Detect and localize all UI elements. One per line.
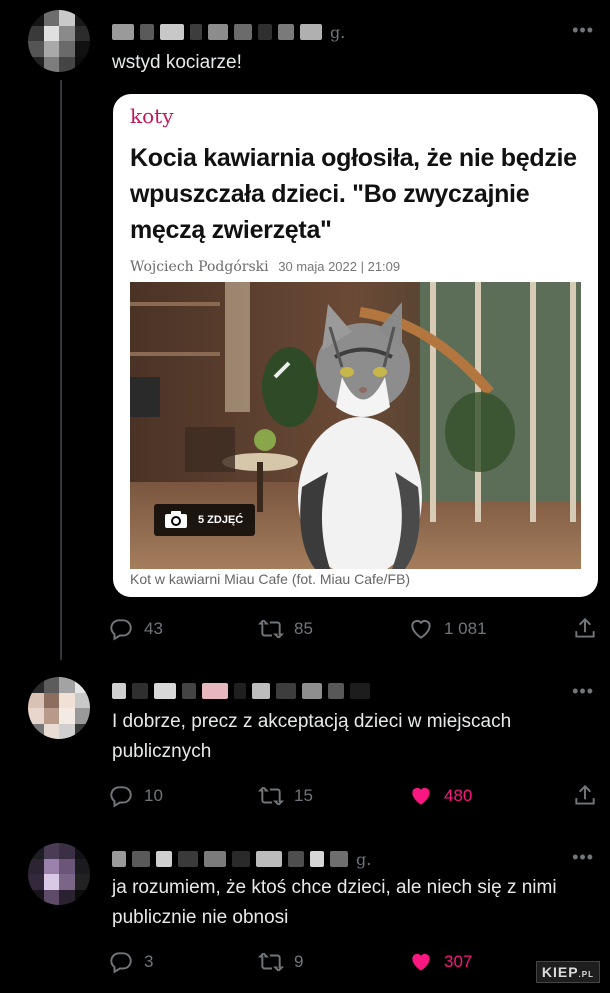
- watermark-logo: KIEP.PL: [535, 961, 600, 983]
- camera-icon: [165, 511, 187, 528]
- article-photo[interactable]: 5 ZDJĘĆ: [130, 282, 581, 569]
- share-icon: [575, 784, 595, 805]
- reply-count: 10: [144, 786, 163, 805]
- watermark-main: KIEP: [541, 964, 579, 980]
- retweet-count: 9: [294, 952, 304, 971]
- tweet-text: I dobrze, precz z akceptacją dzieci w mi…: [112, 711, 512, 762]
- author-name[interactable]: g.: [112, 20, 345, 44]
- author-name[interactable]: g.: [112, 847, 371, 871]
- author-handle: g.: [356, 849, 372, 869]
- article-card[interactable]: koty Kocia kawiarnia ogłosiła, że nie bę…: [113, 94, 598, 597]
- reply-icon: [110, 786, 132, 808]
- tweet-1: g. ••• wstyd kociarze! koty Kocia kawiar…: [0, 0, 610, 660]
- avatar[interactable]: [28, 10, 90, 72]
- retweet-count: 15: [294, 786, 313, 805]
- heart-icon: [411, 619, 431, 639]
- retweet-count: 85: [294, 619, 313, 638]
- retweet-button[interactable]: 15: [258, 783, 313, 809]
- reply-button[interactable]: 43: [108, 616, 163, 642]
- heart-icon: [412, 787, 430, 805]
- article-title[interactable]: Kocia kawiarnia ogłosiła, że nie będzie …: [130, 140, 590, 248]
- retweet-button[interactable]: 9: [258, 949, 303, 975]
- article-category[interactable]: koty: [130, 104, 174, 128]
- like-button[interactable]: 480: [408, 783, 472, 809]
- article-date: 30 maja 2022 | 21:09: [278, 259, 401, 274]
- watermark-suffix: .PL: [578, 970, 594, 979]
- tweet-actions: 43 85 1 081: [108, 616, 600, 646]
- tweet-text: wstyd kociarze!: [112, 52, 242, 73]
- gallery-count: 5 ZDJĘĆ: [198, 514, 244, 526]
- like-button[interactable]: 1 081: [408, 616, 487, 642]
- heart-icon: [412, 953, 430, 971]
- retweet-icon: [258, 786, 284, 806]
- like-count: 1 081: [444, 619, 487, 638]
- like-count: 480: [444, 786, 473, 805]
- tweet-text: ja rozumiem, że ktoś chce dzieci, ale ni…: [112, 877, 557, 928]
- reply-count: 43: [144, 619, 163, 638]
- tweet-actions: 10 15 480: [108, 783, 600, 813]
- more-icon[interactable]: •••: [572, 681, 594, 702]
- like-count: 307: [444, 952, 473, 971]
- tweet-2: ••• I dobrze, precz z akceptacją dzieci …: [0, 665, 610, 830]
- share-button[interactable]: [572, 783, 598, 809]
- reply-button[interactable]: 3: [108, 949, 153, 975]
- reply-count: 3: [144, 952, 154, 971]
- retweet-icon: [258, 952, 284, 972]
- avatar[interactable]: [28, 677, 90, 739]
- retweet-icon: [258, 619, 284, 639]
- author-name[interactable]: [112, 679, 378, 703]
- photo-caption: Kot w kawiarni Miau Cafe (fot. Miau Cafe…: [130, 571, 411, 587]
- reply-button[interactable]: 10: [108, 783, 163, 809]
- more-icon[interactable]: •••: [572, 20, 594, 41]
- retweet-button[interactable]: 85: [258, 616, 313, 642]
- reply-icon: [110, 619, 132, 641]
- gallery-badge[interactable]: 5 ZDJĘĆ: [154, 504, 256, 536]
- more-icon[interactable]: •••: [572, 847, 594, 868]
- author-handle: g.: [330, 22, 346, 42]
- share-button[interactable]: [572, 616, 598, 642]
- share-icon: [575, 617, 595, 638]
- tweet-3: g. ••• ja rozumiem, że ktoś chce dzieci,…: [0, 835, 610, 993]
- article-meta: Wojciech Podgórski 30 maja 2022 | 21:09: [130, 259, 400, 275]
- thread-line: [60, 80, 62, 660]
- tweet-actions: 3 9 307: [108, 949, 600, 979]
- like-button[interactable]: 307: [408, 949, 472, 975]
- reply-icon: [110, 952, 132, 974]
- article-author: Wojciech Podgórski: [130, 259, 269, 275]
- avatar[interactable]: [28, 843, 90, 905]
